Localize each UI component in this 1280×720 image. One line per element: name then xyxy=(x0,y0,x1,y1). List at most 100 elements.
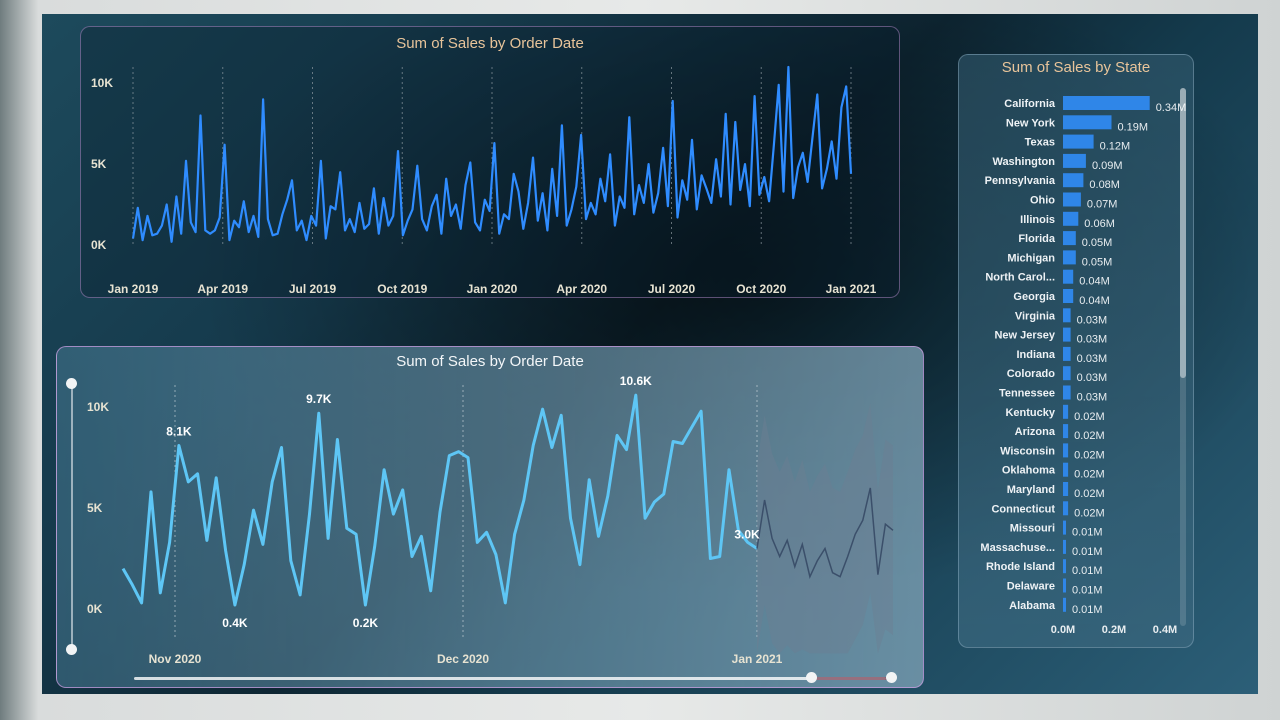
top-y-tick-label: 10K xyxy=(91,76,113,90)
state-bar-value-label: 0.19M xyxy=(1117,121,1148,133)
state-bar-value-label: 0.06M xyxy=(1084,218,1115,230)
monitor-screen: Sum of Sales by Order Date 10K 5K 0K Jan 20… xyxy=(42,14,1258,694)
state-sales-bar[interactable] xyxy=(1063,462,1069,477)
bottom-y-tick-label: 5K xyxy=(87,501,103,515)
top-x-tick-label: Jan 2021 xyxy=(826,282,877,296)
y-axis-zoom-slider[interactable] xyxy=(71,384,73,648)
state-category-label: New Jersey xyxy=(994,330,1055,342)
state-x-tick-label: 0.0M xyxy=(1051,624,1075,636)
state-sales-bar[interactable] xyxy=(1063,424,1069,439)
state-category-label: Indiana xyxy=(1016,349,1055,361)
state-bar-value-label: 0.02M xyxy=(1074,507,1105,519)
state-bar-value-label: 0.02M xyxy=(1074,469,1105,481)
top-y-tick-label: 0K xyxy=(91,238,107,252)
top-x-tick-label: Apr 2019 xyxy=(197,282,248,296)
bottom-y-tick-label: 0K xyxy=(87,602,103,616)
state-chart-scroll-thumb[interactable] xyxy=(1180,88,1186,378)
bottom-line-chart-card[interactable]: Sum of Sales by Order Date 10K 5K 0K Nov 20… xyxy=(56,346,924,688)
top-line-chart-card[interactable]: Sum of Sales by Order Date 10K 5K 0K Jan 20… xyxy=(80,26,900,298)
state-bar-value-label: 0.01M xyxy=(1072,527,1103,539)
state-category-label: Ohio xyxy=(1030,195,1055,207)
state-sales-bar[interactable] xyxy=(1063,269,1074,284)
top-x-tick-label: Oct 2020 xyxy=(736,282,786,296)
state-sales-bar[interactable] xyxy=(1063,520,1066,535)
state-bar-chart-card[interactable]: Sum of Sales by State California 0.34M New… xyxy=(958,54,1194,648)
x-zoom-right-handle[interactable] xyxy=(806,672,817,683)
bottom-y-tick-label: 10K xyxy=(87,400,109,414)
state-category-label: Missouri xyxy=(1010,523,1055,535)
state-sales-bar[interactable] xyxy=(1063,385,1071,400)
state-bar-value-label: 0.03M xyxy=(1077,334,1108,346)
state-sales-bar[interactable] xyxy=(1063,192,1081,207)
state-category-label: Georgia xyxy=(1013,291,1055,303)
state-bar-value-label: 0.03M xyxy=(1077,372,1108,384)
state-sales-bar[interactable] xyxy=(1063,115,1112,130)
bottom-data-label: 9.7K xyxy=(306,392,332,406)
state-sales-bar[interactable] xyxy=(1063,96,1150,110)
state-category-label: Maryland xyxy=(1007,484,1055,496)
state-sales-bar[interactable] xyxy=(1063,173,1084,188)
state-sales-bar[interactable] xyxy=(1063,597,1066,612)
state-sales-bar[interactable] xyxy=(1063,559,1066,574)
state-category-label: California xyxy=(1004,98,1056,110)
state-sales-bar[interactable] xyxy=(1063,482,1069,496)
state-sales-bar[interactable] xyxy=(1063,308,1071,323)
state-sales-bar[interactable] xyxy=(1063,539,1066,554)
state-category-label: Tennessee xyxy=(999,388,1055,400)
state-sales-bar[interactable] xyxy=(1063,250,1076,265)
state-category-label: Oklahoma xyxy=(1002,465,1056,477)
state-bar-value-label: 0.02M xyxy=(1074,488,1105,500)
top-x-tick-label: Jan 2019 xyxy=(108,282,159,296)
state-sales-bar[interactable] xyxy=(1063,231,1076,246)
top-x-tick-label: Jul 2020 xyxy=(648,282,696,296)
y-zoom-bottom-handle[interactable] xyxy=(66,644,77,655)
state-sales-bar[interactable] xyxy=(1063,346,1071,361)
top-x-tick-label: Jul 2019 xyxy=(289,282,337,296)
state-bar-value-label: 0.07M xyxy=(1087,199,1118,211)
bottom-sales-series-line[interactable] xyxy=(121,393,758,607)
state-sales-bar[interactable] xyxy=(1063,404,1069,419)
state-sales-bar[interactable] xyxy=(1063,153,1086,168)
x-axis-zoom-slider[interactable] xyxy=(134,677,886,680)
state-sales-bar[interactable] xyxy=(1063,211,1079,226)
state-bar-value-label: 0.04M xyxy=(1079,295,1110,307)
bottom-x-tick-label: Nov 2020 xyxy=(149,652,202,666)
state-category-label: North Carol... xyxy=(985,272,1055,284)
bottom-data-label: 10.6K xyxy=(620,374,652,388)
state-category-label: Alabama xyxy=(1009,600,1056,612)
state-category-label: Arizona xyxy=(1015,426,1056,438)
top-line-chart[interactable]: 10K 5K 0K Jan 2019 Apr 2019 Jul 2019 Oct 2019 J… xyxy=(81,27,901,299)
state-category-label: Colorado xyxy=(1007,368,1056,380)
state-bar-value-label: 0.03M xyxy=(1077,392,1108,404)
state-sales-bar[interactable] xyxy=(1063,443,1069,458)
bottom-data-label: 8.1K xyxy=(166,425,192,439)
state-bar-value-label: 0.03M xyxy=(1077,314,1108,326)
y-zoom-top-handle[interactable] xyxy=(66,378,77,389)
state-x-tick-label: 0.2M xyxy=(1102,624,1126,636)
state-bar-value-label: 0.01M xyxy=(1072,565,1103,577)
bottom-data-label: 0.4K xyxy=(222,616,248,630)
state-bar-value-label: 0.12M xyxy=(1100,141,1131,153)
state-category-label: Kentucky xyxy=(1005,407,1055,419)
state-sales-bar[interactable] xyxy=(1063,289,1074,303)
state-category-label: Connecticut xyxy=(991,503,1055,515)
state-category-label: Washington xyxy=(992,156,1055,168)
state-sales-bar[interactable] xyxy=(1063,134,1094,149)
state-bar-value-label: 0.04M xyxy=(1079,276,1110,288)
state-bar-value-label: 0.05M xyxy=(1082,256,1113,268)
top-x-tick-label: Oct 2019 xyxy=(377,282,427,296)
state-sales-bar[interactable] xyxy=(1063,578,1066,593)
state-sales-bar[interactable] xyxy=(1063,366,1071,381)
bottom-x-tick-label: Dec 2020 xyxy=(437,652,489,666)
state-bar-value-label: 0.05M xyxy=(1082,237,1113,249)
state-category-label: Texas xyxy=(1025,137,1055,149)
state-sales-bar[interactable] xyxy=(1063,501,1069,516)
x-zoom-end-handle[interactable] xyxy=(886,672,897,683)
state-sales-bar[interactable] xyxy=(1063,327,1071,342)
state-category-label: Virginia xyxy=(1015,310,1056,322)
state-bar-chart[interactable]: California 0.34MNew York 0.19MTexas 0.12MWa… xyxy=(959,55,1195,649)
bottom-line-chart[interactable]: 10K 5K 0K Nov 2020 Dec 2020 Jan 2021 8.1K 0.4K 9… xyxy=(57,347,925,689)
state-bar-value-label: 0.02M xyxy=(1074,411,1105,423)
state-category-label: Wisconsin xyxy=(1000,445,1055,457)
state-bar-value-label: 0.01M xyxy=(1072,546,1103,558)
